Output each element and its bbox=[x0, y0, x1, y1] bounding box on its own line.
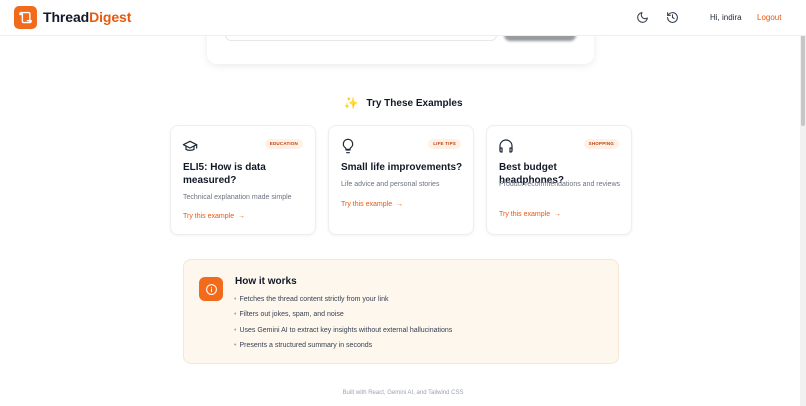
logo-icon[interactable] bbox=[14, 6, 37, 29]
list-item: • Presents a structured summary in second… bbox=[234, 341, 452, 356]
list-item: • Uses Gemini AI to extract key insights … bbox=[234, 326, 452, 341]
history-icon[interactable] bbox=[664, 9, 680, 25]
card-title: Small life improvements? bbox=[341, 162, 463, 173]
how-it-works-title: How it works bbox=[235, 276, 297, 287]
page-scrollbar[interactable] bbox=[800, 0, 806, 406]
moon-icon[interactable] bbox=[634, 9, 650, 25]
try-example-link[interactable]: Try this example → bbox=[183, 213, 245, 220]
list-item: • Fetches the thread content strictly fro… bbox=[234, 295, 452, 310]
info-icon bbox=[199, 277, 223, 301]
example-card-shopping[interactable]: SHOPPING Best budget headphones? Product… bbox=[486, 125, 632, 235]
examples-heading: ✨ Try These Examples bbox=[0, 96, 806, 110]
list-item-text: Fetches the thread content strictly from… bbox=[239, 296, 389, 303]
example-card-education[interactable]: EDUCATION ELI5: How is data measured? Te… bbox=[170, 125, 316, 235]
how-it-works-list: • Fetches the thread content strictly fro… bbox=[234, 295, 452, 356]
how-it-works-panel: How it works • Fetches the thread content… bbox=[183, 259, 619, 364]
user-greeting: Hi, indira bbox=[710, 13, 742, 22]
card-title: ELI5: How is data measured? bbox=[183, 162, 266, 186]
try-example-label: Try this example bbox=[183, 213, 235, 220]
examples-heading-text: Try These Examples bbox=[366, 97, 463, 109]
brand-name[interactable]: ThreadDigest bbox=[43, 9, 131, 25]
sparkles-icon: ✨ bbox=[343, 96, 359, 110]
app-header: ThreadDigest Hi, indira Logout bbox=[0, 0, 806, 36]
category-tag: SHOPPING bbox=[583, 139, 619, 149]
list-item-text: Presents a structured summary in seconds bbox=[239, 341, 373, 349]
list-item-text: Filters out jokes, spam, and noise bbox=[239, 311, 344, 319]
list-item-text: Uses Gemini AI to extract key insights w… bbox=[239, 326, 453, 334]
try-example-link[interactable]: Try this example → bbox=[341, 201, 403, 208]
headphones-icon bbox=[498, 138, 514, 154]
card-description: Product recommendations and reviews bbox=[499, 181, 621, 188]
brand-part-2: Digest bbox=[89, 9, 132, 25]
arrow-right-icon: → bbox=[552, 211, 561, 218]
footer-text: Built with React, Gemini AI, and Tailwin… bbox=[342, 390, 464, 396]
logout-button[interactable]: Logout bbox=[757, 13, 781, 22]
graduation-cap-icon bbox=[182, 138, 198, 154]
try-example-label: Try this example bbox=[499, 211, 551, 218]
try-example-label: Try this example bbox=[341, 201, 393, 208]
try-example-link[interactable]: Try this example → bbox=[499, 211, 561, 218]
brand-part-1: Thread bbox=[43, 9, 90, 25]
arrow-right-icon: → bbox=[394, 201, 403, 208]
card-description: Life advice and personal stories bbox=[341, 181, 440, 188]
card-description: Technical explanation made simple bbox=[183, 194, 292, 201]
category-tag: LIFE TIPS bbox=[428, 139, 461, 149]
example-card-life-tips[interactable]: LIFE TIPS Small life improvements? Life … bbox=[328, 125, 474, 235]
arrow-right-icon: → bbox=[236, 213, 245, 220]
category-tag: EDUCATION bbox=[264, 139, 303, 149]
lightbulb-icon bbox=[340, 138, 356, 154]
list-item: • Filters out jokes, spam, and noise bbox=[234, 310, 452, 325]
